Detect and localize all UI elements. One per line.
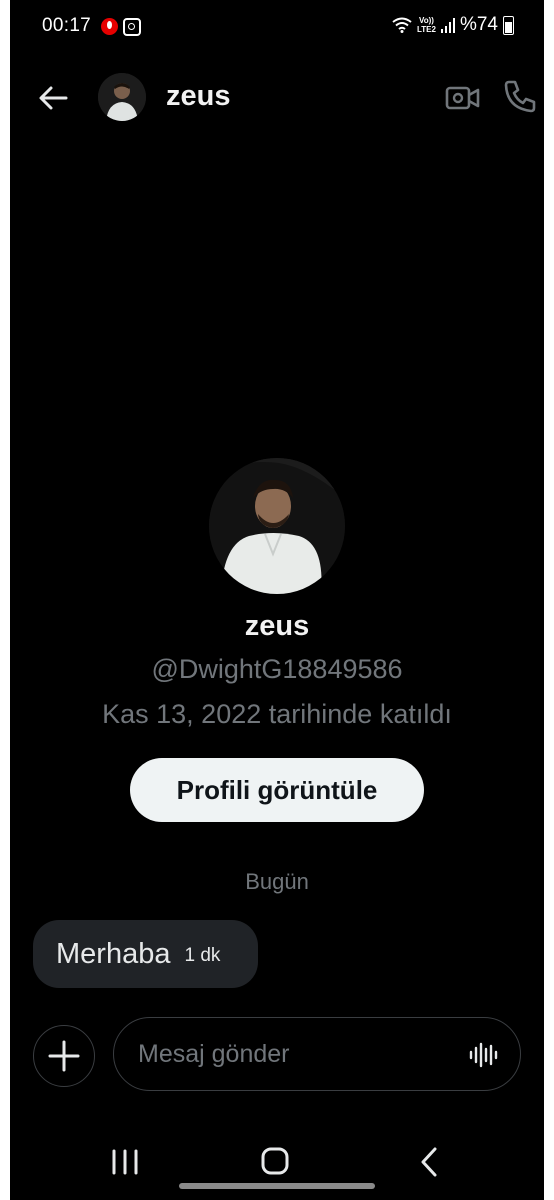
profile-photo	[209, 458, 345, 594]
battery-icon	[503, 15, 514, 35]
status-right: Vo)) LTE2 %74	[392, 14, 514, 36]
avatar-photo	[98, 73, 146, 121]
recents-icon[interactable]	[110, 1149, 140, 1175]
back-arrow-icon[interactable]	[36, 80, 72, 116]
profile-handle: @DwightG18849586	[151, 654, 403, 684]
back-chevron-icon[interactable]	[414, 1146, 444, 1178]
instagram-icon	[123, 18, 141, 36]
profile-name: zeus	[244, 610, 310, 642]
battery-percent: %74	[459, 14, 498, 35]
message-bubble[interactable]: Merhaba 1 dk	[33, 920, 258, 988]
status-bar: 00:17 Vo)) LTE2 %74	[10, 0, 544, 54]
home-icon[interactable]	[260, 1146, 290, 1176]
home-indicator	[179, 1183, 375, 1189]
contact-name[interactable]: zeus	[166, 80, 230, 113]
phone-icon[interactable]	[502, 78, 538, 114]
network-volte: Vo))	[419, 16, 434, 25]
message-text: Merhaba	[56, 937, 171, 970]
video-camera-icon[interactable]	[444, 80, 482, 116]
date-divider: Bugün	[245, 869, 309, 894]
plus-icon	[48, 1040, 80, 1072]
message-input[interactable]	[113, 1017, 521, 1091]
dm-screen: 00:17 Vo)) LTE2 %74 zeus zeus @DwightG18…	[10, 0, 544, 1200]
profile-avatar[interactable]	[209, 458, 345, 594]
signal-icon	[440, 18, 455, 33]
network-lte: LTE2	[417, 25, 436, 34]
avatar[interactable]	[98, 73, 146, 121]
vodafone-icon	[101, 18, 118, 35]
status-time: 00:17	[42, 15, 92, 36]
message-time: 1 dk	[184, 945, 221, 966]
profile-joined-date: Kas 13, 2022 tarihinde katıldı	[102, 699, 452, 729]
view-profile-button[interactable]: Profili görüntüle	[130, 758, 424, 822]
chat-header: zeus	[10, 68, 544, 128]
network-indicator: Vo)) LTE2	[417, 16, 436, 34]
wifi-icon	[392, 17, 412, 33]
add-attachment-button[interactable]	[33, 1025, 95, 1087]
voice-wave-icon[interactable]	[468, 1040, 498, 1070]
